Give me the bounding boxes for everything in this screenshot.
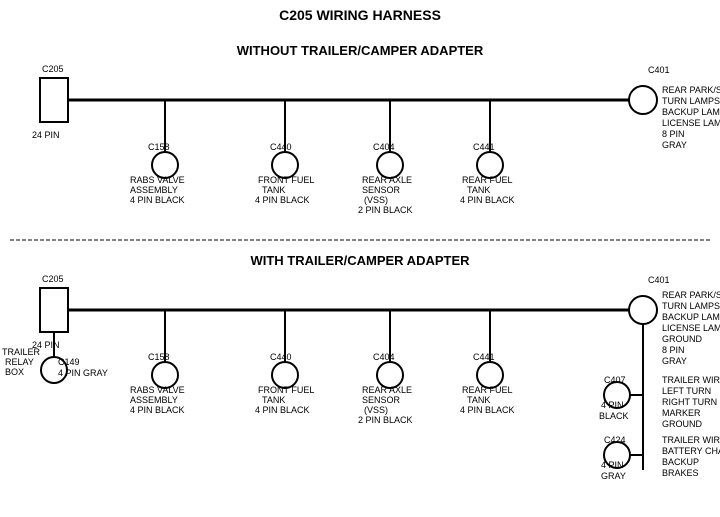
- c404-bottom-sub4: 2 PIN BLACK: [358, 415, 413, 425]
- c158-top-sub1: RABS VALVE: [130, 175, 185, 185]
- c407-label: C407: [604, 375, 626, 385]
- c404-bottom-label: C404: [373, 352, 395, 362]
- c441-bottom-sub1: REAR FUEL: [462, 385, 513, 395]
- c401-bottom-right2: TURN LAMPS: [662, 301, 720, 311]
- c401-top-sublabel: 8 PIN: [662, 129, 685, 139]
- c407-right1: TRAILER WIRES: [662, 375, 720, 385]
- c441-top-sub1: REAR FUEL: [462, 175, 513, 185]
- c440-top-sub3: 4 PIN BLACK: [255, 195, 310, 205]
- c441-top-label: C441: [473, 142, 495, 152]
- c205-top-connector: [40, 78, 68, 122]
- c401-top-right3: BACKUP LAMPS: [662, 107, 720, 117]
- c205-top-label: C205: [42, 64, 64, 74]
- c404-top-sub1: REAR AXLE: [362, 175, 412, 185]
- c158-top-sub3: 4 PIN BLACK: [130, 195, 185, 205]
- c401-bottom-sublabel: 8 PIN: [662, 345, 685, 355]
- c401-top-right1: REAR PARK/STOP: [662, 85, 720, 95]
- c441-bottom-sub3: 4 PIN BLACK: [460, 405, 515, 415]
- c158-top-sub2: ASSEMBLY: [130, 185, 178, 195]
- c205-top-sublabel: 24 PIN: [32, 130, 60, 140]
- c401-top-connector: [629, 86, 657, 114]
- c401-bottom-connector: [629, 296, 657, 324]
- c424-right2: BATTERY CHARGE: [662, 446, 720, 456]
- c441-top-sub3: 4 PIN BLACK: [460, 195, 515, 205]
- c404-bottom-sub2: SENSOR: [362, 395, 401, 405]
- c401-bottom-right1: REAR PARK/STOP: [662, 290, 720, 300]
- c440-bottom-sub1: FRONT FUEL: [258, 385, 314, 395]
- c424-label: C424: [604, 435, 626, 445]
- trailer-relay-3: BOX: [5, 367, 24, 377]
- trailer-relay-2: RELAY: [5, 357, 34, 367]
- c401-top-right4: LICENSE LAMPS: [662, 118, 720, 128]
- c158-bottom-sub1: RABS VALVE: [130, 385, 185, 395]
- c401-bottom-gray: GRAY: [662, 356, 687, 366]
- c407-right2: LEFT TURN: [662, 386, 711, 396]
- c441-top-sub2: TANK: [467, 185, 490, 195]
- c407-sublabel2: BLACK: [599, 411, 629, 421]
- c404-top-sub3: (VSS): [364, 195, 388, 205]
- c407-right4: MARKER: [662, 408, 701, 418]
- c404-bottom-sub1: REAR AXLE: [362, 385, 412, 395]
- c441-bottom-sub2: TANK: [467, 395, 490, 405]
- c424-sublabel2: GRAY: [601, 471, 626, 481]
- wiring-diagram: C205 WIRING HARNESS WITHOUT TRAILER/CAMP…: [0, 0, 720, 517]
- c440-bottom-label: C440: [270, 352, 292, 362]
- section1-label: WITHOUT TRAILER/CAMPER ADAPTER: [237, 43, 484, 58]
- c404-top-label: C404: [373, 142, 395, 152]
- c424-right3: BACKUP: [662, 457, 699, 467]
- c401-bottom-right5: GROUND: [662, 334, 702, 344]
- diagram-title: C205 WIRING HARNESS: [279, 7, 441, 23]
- c149-sublabel: 4 PIN GRAY: [58, 368, 108, 378]
- c441-bottom-label: C441: [473, 352, 495, 362]
- c158-bottom-label: C158: [148, 352, 170, 362]
- c401-bottom-label: C401: [648, 275, 670, 285]
- c158-bottom-sub3: 4 PIN BLACK: [130, 405, 185, 415]
- c205-bottom-label: C205: [42, 274, 64, 284]
- c404-bottom-sub3: (VSS): [364, 405, 388, 415]
- c407-right3: RIGHT TURN: [662, 397, 717, 407]
- c158-top-label: C158: [148, 142, 170, 152]
- c404-top-sub4: 2 PIN BLACK: [358, 205, 413, 215]
- c205-bottom-connector: [40, 288, 68, 332]
- c401-top-right2: TURN LAMPS: [662, 96, 720, 106]
- c407-sublabel1: 4 PIN: [601, 400, 624, 410]
- c424-right1: TRAILER WIRES: [662, 435, 720, 445]
- c440-top-label: C440: [270, 142, 292, 152]
- section2-label: WITH TRAILER/CAMPER ADAPTER: [250, 253, 470, 268]
- c407-right5: GROUND: [662, 419, 702, 429]
- c401-top-gray: GRAY: [662, 140, 687, 150]
- c401-bottom-right4: LICENSE LAMPS: [662, 323, 720, 333]
- c440-top-sub1: FRONT FUEL: [258, 175, 314, 185]
- c440-top-sub2: TANK: [262, 185, 285, 195]
- trailer-relay-1: TRAILER: [2, 347, 41, 357]
- c424-right4: BRAKES: [662, 468, 699, 478]
- c401-bottom-right3: BACKUP LAMPS: [662, 312, 720, 322]
- c149-label: C149: [58, 357, 80, 367]
- c401-top-label: C401: [648, 65, 670, 75]
- c158-bottom-sub2: ASSEMBLY: [130, 395, 178, 405]
- c404-top-sub2: SENSOR: [362, 185, 401, 195]
- c440-bottom-sub3: 4 PIN BLACK: [255, 405, 310, 415]
- c424-sublabel1: 4 PIN: [601, 460, 624, 470]
- c440-bottom-sub2: TANK: [262, 395, 285, 405]
